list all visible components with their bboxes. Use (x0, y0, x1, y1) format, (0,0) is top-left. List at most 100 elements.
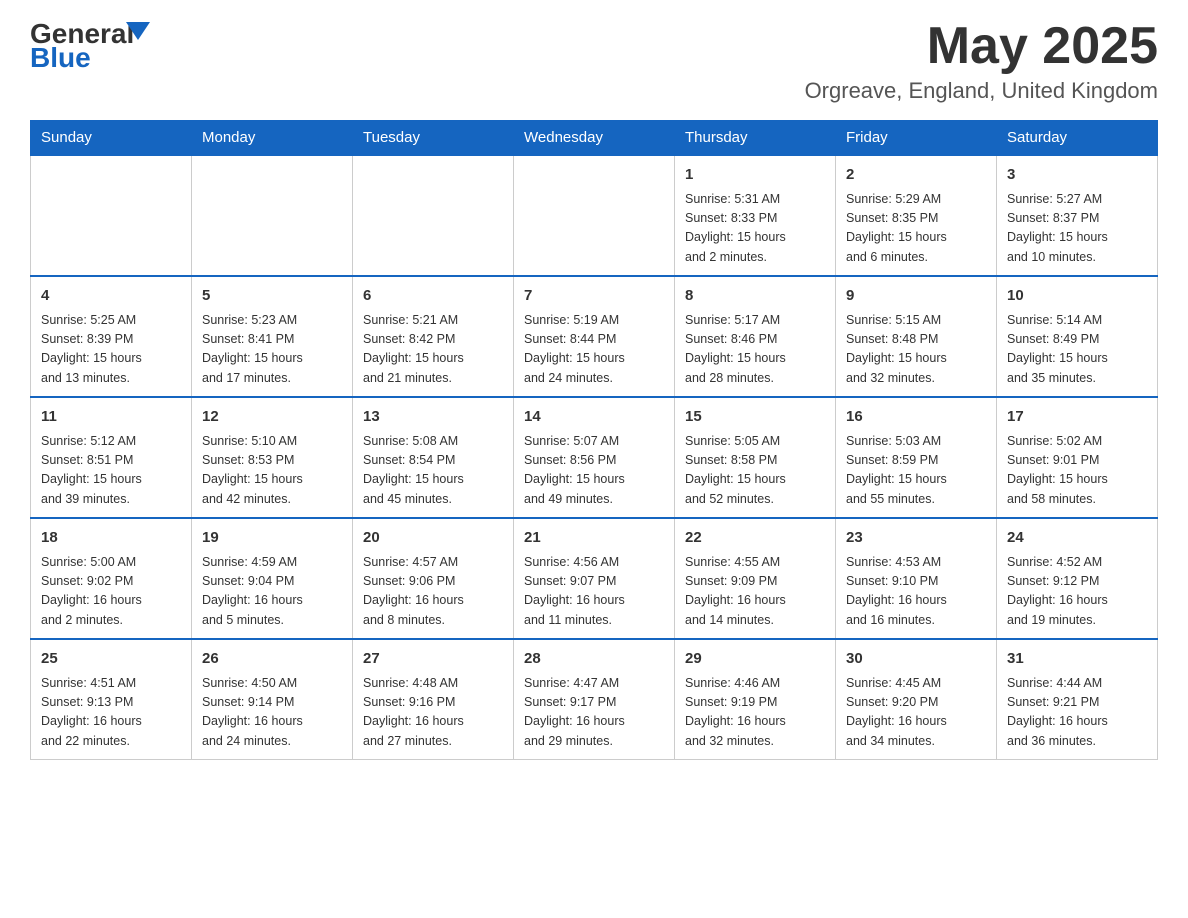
calendar-cell: 18Sunrise: 5:00 AM Sunset: 9:02 PM Dayli… (31, 518, 192, 639)
day-number: 23 (846, 527, 986, 550)
calendar-header-row: SundayMondayTuesdayWednesdayThursdayFrid… (31, 121, 1158, 156)
day-number: 20 (363, 527, 503, 550)
calendar-cell: 23 Sunrise: 4:53 AM Sunset: 9:10 PM Dayli… (836, 518, 997, 639)
calendar-cell: 25Sunrise: 4:51 AM Sunset: 9:13 PM Dayli… (31, 639, 192, 760)
day-number: 3 (1007, 164, 1147, 187)
day-info: Sunrise: 4:44 AM Sunset: 9:21 PM Dayligh… (1007, 674, 1147, 752)
calendar-cell: 5Sunrise: 5:23 AM Sunset: 8:41 PM Daylig… (192, 276, 353, 397)
day-number: 13 (363, 406, 503, 429)
day-info: Sunrise: 5:12 AM Sunset: 8:51 PM Dayligh… (41, 432, 181, 510)
day-number: 2 (846, 164, 986, 187)
calendar-week-row: 1 Sunrise: 5:31 AM Sunset: 8:33 PM Daylig… (31, 155, 1158, 276)
calendar-cell: 12 Sunrise: 5:10 AM Sunset: 8:53 PM Dayli… (192, 397, 353, 518)
calendar-cell (514, 155, 675, 276)
calendar-cell: 9 Sunrise: 5:15 AM Sunset: 8:48 PM Daylig… (836, 276, 997, 397)
day-number: 9 (846, 285, 986, 308)
day-info: Sunrise: 4:55 AM Sunset: 9:09 PM Dayligh… (685, 553, 825, 631)
calendar-cell: 17 Sunrise: 5:02 AM Sunset: 9:01 PM Dayli… (997, 397, 1158, 518)
day-info: Sunrise: 4:52 AM Sunset: 9:12 PM Dayligh… (1007, 553, 1147, 631)
day-info: Sunrise: 5:31 AM Sunset: 8:33 PM Dayligh… (685, 190, 825, 268)
calendar-cell: 16 Sunrise: 5:03 AM Sunset: 8:59 PM Dayli… (836, 397, 997, 518)
day-number: 26 (202, 648, 342, 671)
day-number: 7 (524, 285, 664, 308)
calendar-cell: 3 Sunrise: 5:27 AM Sunset: 8:37 PM Daylig… (997, 155, 1158, 276)
day-info: Sunrise: 4:57 AM Sunset: 9:06 PM Dayligh… (363, 553, 503, 631)
day-number: 22 (685, 527, 825, 550)
logo-triangle-icon (126, 22, 150, 40)
day-number: 21 (524, 527, 664, 550)
day-number: 19 (202, 527, 342, 550)
calendar-table: SundayMondayTuesdayWednesdayThursdayFrid… (30, 120, 1158, 760)
day-info: Sunrise: 5:27 AM Sunset: 8:37 PM Dayligh… (1007, 190, 1147, 268)
calendar-cell (31, 155, 192, 276)
calendar-cell: 1 Sunrise: 5:31 AM Sunset: 8:33 PM Daylig… (675, 155, 836, 276)
calendar-week-row: 18Sunrise: 5:00 AM Sunset: 9:02 PM Dayli… (31, 518, 1158, 639)
day-info: Sunrise: 4:47 AM Sunset: 9:17 PM Dayligh… (524, 674, 664, 752)
day-info: Sunrise: 5:02 AM Sunset: 9:01 PM Dayligh… (1007, 432, 1147, 510)
month-title: May 2025 (805, 20, 1158, 72)
page-header: General Blue May 2025 Orgreave, England,… (30, 20, 1158, 104)
calendar-cell: 7 Sunrise: 5:19 AM Sunset: 8:44 PM Daylig… (514, 276, 675, 397)
calendar-cell (192, 155, 353, 276)
day-info: Sunrise: 4:53 AM Sunset: 9:10 PM Dayligh… (846, 553, 986, 631)
day-number: 30 (846, 648, 986, 671)
day-number: 5 (202, 285, 342, 308)
calendar-header-friday: Friday (836, 121, 997, 156)
calendar-cell (353, 155, 514, 276)
day-info: Sunrise: 5:29 AM Sunset: 8:35 PM Dayligh… (846, 190, 986, 268)
day-number: 24 (1007, 527, 1147, 550)
calendar-cell: 13Sunrise: 5:08 AM Sunset: 8:54 PM Dayli… (353, 397, 514, 518)
calendar-cell: 6Sunrise: 5:21 AM Sunset: 8:42 PM Daylig… (353, 276, 514, 397)
calendar-cell: 10 Sunrise: 5:14 AM Sunset: 8:49 PM Dayli… (997, 276, 1158, 397)
day-number: 12 (202, 406, 342, 429)
logo-blue-text: Blue (30, 44, 150, 72)
calendar-cell: 22 Sunrise: 4:55 AM Sunset: 9:09 PM Dayli… (675, 518, 836, 639)
day-number: 15 (685, 406, 825, 429)
calendar-cell: 15 Sunrise: 5:05 AM Sunset: 8:58 PM Dayli… (675, 397, 836, 518)
day-number: 11 (41, 406, 181, 429)
day-info: Sunrise: 5:25 AM Sunset: 8:39 PM Dayligh… (41, 311, 181, 389)
day-info: Sunrise: 5:05 AM Sunset: 8:58 PM Dayligh… (685, 432, 825, 510)
calendar-cell: 28Sunrise: 4:47 AM Sunset: 9:17 PM Dayli… (514, 639, 675, 760)
day-info: Sunrise: 5:03 AM Sunset: 8:59 PM Dayligh… (846, 432, 986, 510)
day-info: Sunrise: 5:10 AM Sunset: 8:53 PM Dayligh… (202, 432, 342, 510)
day-number: 10 (1007, 285, 1147, 308)
day-info: Sunrise: 5:19 AM Sunset: 8:44 PM Dayligh… (524, 311, 664, 389)
day-info: Sunrise: 4:46 AM Sunset: 9:19 PM Dayligh… (685, 674, 825, 752)
day-number: 17 (1007, 406, 1147, 429)
location-subtitle: Orgreave, England, United Kingdom (805, 78, 1158, 104)
calendar-header-saturday: Saturday (997, 121, 1158, 156)
calendar-cell: 26Sunrise: 4:50 AM Sunset: 9:14 PM Dayli… (192, 639, 353, 760)
calendar-header-sunday: Sunday (31, 121, 192, 156)
day-info: Sunrise: 4:48 AM Sunset: 9:16 PM Dayligh… (363, 674, 503, 752)
calendar-cell: 27 Sunrise: 4:48 AM Sunset: 9:16 PM Dayli… (353, 639, 514, 760)
calendar-cell: 30 Sunrise: 4:45 AM Sunset: 9:20 PM Dayli… (836, 639, 997, 760)
day-number: 4 (41, 285, 181, 308)
calendar-week-row: 25Sunrise: 4:51 AM Sunset: 9:13 PM Dayli… (31, 639, 1158, 760)
calendar-header-monday: Monday (192, 121, 353, 156)
day-number: 29 (685, 648, 825, 671)
day-number: 31 (1007, 648, 1147, 671)
calendar-cell: 4 Sunrise: 5:25 AM Sunset: 8:39 PM Daylig… (31, 276, 192, 397)
day-number: 1 (685, 164, 825, 187)
day-info: Sunrise: 5:15 AM Sunset: 8:48 PM Dayligh… (846, 311, 986, 389)
calendar-cell: 8Sunrise: 5:17 AM Sunset: 8:46 PM Daylig… (675, 276, 836, 397)
day-info: Sunrise: 4:56 AM Sunset: 9:07 PM Dayligh… (524, 553, 664, 631)
day-number: 25 (41, 648, 181, 671)
day-info: Sunrise: 4:59 AM Sunset: 9:04 PM Dayligh… (202, 553, 342, 631)
calendar-cell: 2 Sunrise: 5:29 AM Sunset: 8:35 PM Daylig… (836, 155, 997, 276)
calendar-cell: 11 Sunrise: 5:12 AM Sunset: 8:51 PM Dayli… (31, 397, 192, 518)
calendar-header-wednesday: Wednesday (514, 121, 675, 156)
day-number: 18 (41, 527, 181, 550)
day-number: 14 (524, 406, 664, 429)
calendar-week-row: 11 Sunrise: 5:12 AM Sunset: 8:51 PM Dayli… (31, 397, 1158, 518)
calendar-cell: 31 Sunrise: 4:44 AM Sunset: 9:21 PM Dayli… (997, 639, 1158, 760)
calendar-cell: 24 Sunrise: 4:52 AM Sunset: 9:12 PM Dayli… (997, 518, 1158, 639)
day-number: 16 (846, 406, 986, 429)
day-info: Sunrise: 4:45 AM Sunset: 9:20 PM Dayligh… (846, 674, 986, 752)
logo: General Blue (30, 20, 150, 72)
calendar-cell: 29 Sunrise: 4:46 AM Sunset: 9:19 PM Dayli… (675, 639, 836, 760)
day-number: 27 (363, 648, 503, 671)
calendar-cell: 21 Sunrise: 4:56 AM Sunset: 9:07 PM Dayli… (514, 518, 675, 639)
day-info: Sunrise: 5:14 AM Sunset: 8:49 PM Dayligh… (1007, 311, 1147, 389)
